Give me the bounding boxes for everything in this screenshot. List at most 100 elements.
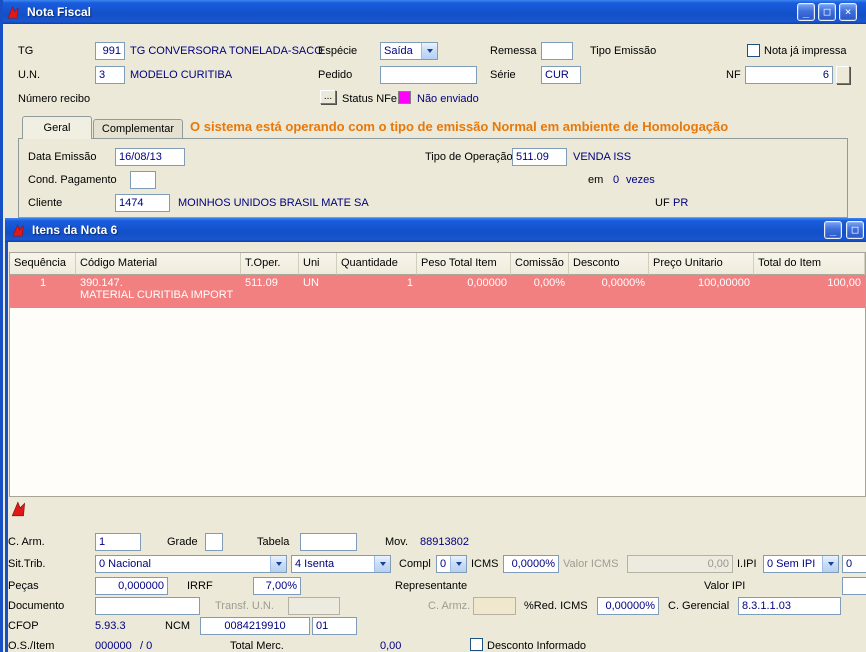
col-quantidade[interactable]: Quantidade	[337, 253, 417, 275]
grade-field[interactable]	[205, 533, 223, 551]
documento-label: Documento	[8, 600, 65, 612]
sit-trib-select[interactable]: 0 Nacional	[95, 555, 287, 573]
chevron-down-icon[interactable]	[450, 556, 466, 572]
isenta-select[interactable]: 4 Isenta	[291, 555, 391, 573]
col-codigo-material[interactable]: Código Material	[76, 253, 241, 275]
tg-field[interactable]: 991	[95, 42, 125, 60]
cell-total-item: 100,00	[827, 277, 861, 289]
items-titlebar[interactable]: Itens da Nota 6	[5, 218, 866, 242]
col-preco-unitario[interactable]: Preço Unitario	[649, 253, 754, 275]
cell-quantidade: 1	[406, 277, 413, 289]
total-merc-label: Total Merc.	[230, 640, 284, 652]
compl-value: 0	[440, 558, 447, 570]
main-titlebar[interactable]: Nota Fiscal	[0, 0, 866, 24]
serie-label: Série	[490, 69, 516, 81]
app-icon	[6, 5, 21, 20]
close-button[interactable]: ×	[839, 3, 857, 21]
tab-geral-label: Geral	[43, 122, 71, 134]
chevron-down-icon[interactable]	[421, 43, 437, 59]
data-emissao-field[interactable]: 16/08/13	[115, 148, 185, 166]
ncm-field[interactable]: 0084219910	[200, 617, 310, 635]
col-uni[interactable]: Uni	[299, 253, 337, 275]
valor-icms-label: Valor ICMS	[563, 558, 619, 570]
iipi-select[interactable]: 0 Sem IPI	[763, 555, 839, 573]
cond-pagamento-field[interactable]	[130, 171, 156, 189]
emission-mode-message: O sistema está operando com o tipo de em…	[190, 119, 729, 134]
tabela-field[interactable]	[300, 533, 357, 551]
chevron-down-icon[interactable]	[374, 556, 390, 572]
especie-select[interactable]: Saída	[380, 42, 438, 60]
iipi-extra-field[interactable]: 0	[842, 555, 866, 573]
cell-codigo-material: 390.147. MATERIAL CURITIBA IMPORT	[76, 275, 241, 308]
os-item-suffix: / 0	[140, 640, 153, 652]
col-t-oper[interactable]: T.Oper.	[241, 253, 299, 275]
c-arm-field[interactable]: 1	[95, 533, 141, 551]
uf-label: UF	[655, 197, 670, 209]
pedido-field[interactable]	[380, 66, 477, 84]
tipo-operacao-field[interactable]: 511.09	[512, 148, 567, 166]
representante-label: Representante	[395, 580, 468, 592]
tg-description: TG CONVERSORA TONELADA-SACO	[130, 45, 323, 57]
app-icon	[11, 223, 26, 238]
cfop-value: 5.93.3	[95, 620, 126, 632]
transf-un-label: Transf. U.N.	[215, 600, 274, 612]
sit-trib-value: 0 Nacional	[99, 558, 151, 570]
maximize-button[interactable]: □	[818, 3, 836, 21]
c-gerencial-field[interactable]: 8.3.1.1.03	[738, 597, 841, 615]
items-maximize-button[interactable]: □	[846, 221, 864, 239]
table-row[interactable]: 1 390.147. MATERIAL CURITIBA IMPORT 511.…	[10, 275, 865, 308]
empty-rows-area[interactable]	[10, 308, 865, 496]
irrf-field[interactable]: 7,00%	[253, 577, 301, 595]
especie-value: Saída	[384, 45, 413, 57]
col-comissao[interactable]: Comissão	[511, 253, 569, 275]
cliente-field[interactable]: 1474	[115, 194, 170, 212]
chevron-down-icon[interactable]	[822, 556, 838, 572]
desconto-informado-checkbox[interactable]	[470, 638, 483, 651]
minimize-button[interactable]: _	[797, 3, 815, 21]
chevron-down-icon[interactable]	[270, 556, 286, 572]
ncm-extra-field[interactable]: 01	[312, 617, 357, 635]
desconto-informado-label: Desconto Informado	[487, 640, 587, 652]
material-code: 390.147.	[80, 277, 123, 289]
mov-value: 88913802	[420, 536, 469, 548]
serie-field[interactable]: CUR	[541, 66, 581, 84]
pecas-field[interactable]: 0,000000	[95, 577, 168, 595]
tab-complementar[interactable]: Complementar	[93, 119, 183, 138]
mov-label: Mov.	[385, 536, 409, 548]
pedido-label: Pedido	[318, 69, 353, 81]
nf-field[interactable]: 6	[745, 66, 833, 84]
c-armz-transf-field	[473, 597, 516, 615]
items-window-title: Itens da Nota 6	[32, 223, 118, 237]
remessa-field[interactable]	[541, 42, 573, 60]
sit-trib-label: Sit.Trib.	[8, 558, 46, 570]
icms-label: ICMS	[471, 558, 499, 570]
nota-impressa-checkbox[interactable]	[747, 44, 760, 57]
col-peso-total[interactable]: Peso Total Item	[417, 253, 511, 275]
icms-field[interactable]: 0,0000%	[503, 555, 559, 573]
un-field[interactable]: 3	[95, 66, 125, 84]
uf-value: PR	[673, 197, 689, 209]
cell-peso-total: 0,00000	[467, 277, 507, 289]
material-description: MATERIAL CURITIBA IMPORT	[80, 289, 234, 301]
pecas-label: Peças	[8, 580, 39, 592]
col-total-item[interactable]: Total do Item	[754, 253, 865, 275]
isenta-value: 4 Isenta	[295, 558, 335, 570]
documento-field[interactable]	[95, 597, 200, 615]
cliente-description: MOINHOS UNIDOS BRASIL MATE SA	[178, 197, 369, 209]
iipi-label: I.IPI	[737, 558, 757, 570]
cell-uni: UN	[303, 277, 319, 289]
red-icms-field[interactable]: 0,00000%	[597, 597, 659, 615]
valor-ipi-field[interactable]	[842, 577, 866, 595]
tab-geral[interactable]: Geral	[22, 116, 92, 139]
nf-label: NF	[726, 69, 741, 81]
col-sequencia[interactable]: Sequência	[10, 253, 76, 275]
items-minimize-button[interactable]: _	[824, 221, 842, 239]
compl-select[interactable]: 0	[436, 555, 467, 573]
col-desconto[interactable]: Desconto	[569, 253, 649, 275]
cfop-label: CFOP	[8, 620, 39, 632]
recibo-ellipsis-button[interactable]: ...	[320, 90, 336, 104]
tg-label: TG	[18, 45, 34, 57]
nf-lookup-button[interactable]	[836, 66, 850, 84]
grade-label: Grade	[167, 536, 198, 548]
cliente-label: Cliente	[28, 197, 63, 209]
